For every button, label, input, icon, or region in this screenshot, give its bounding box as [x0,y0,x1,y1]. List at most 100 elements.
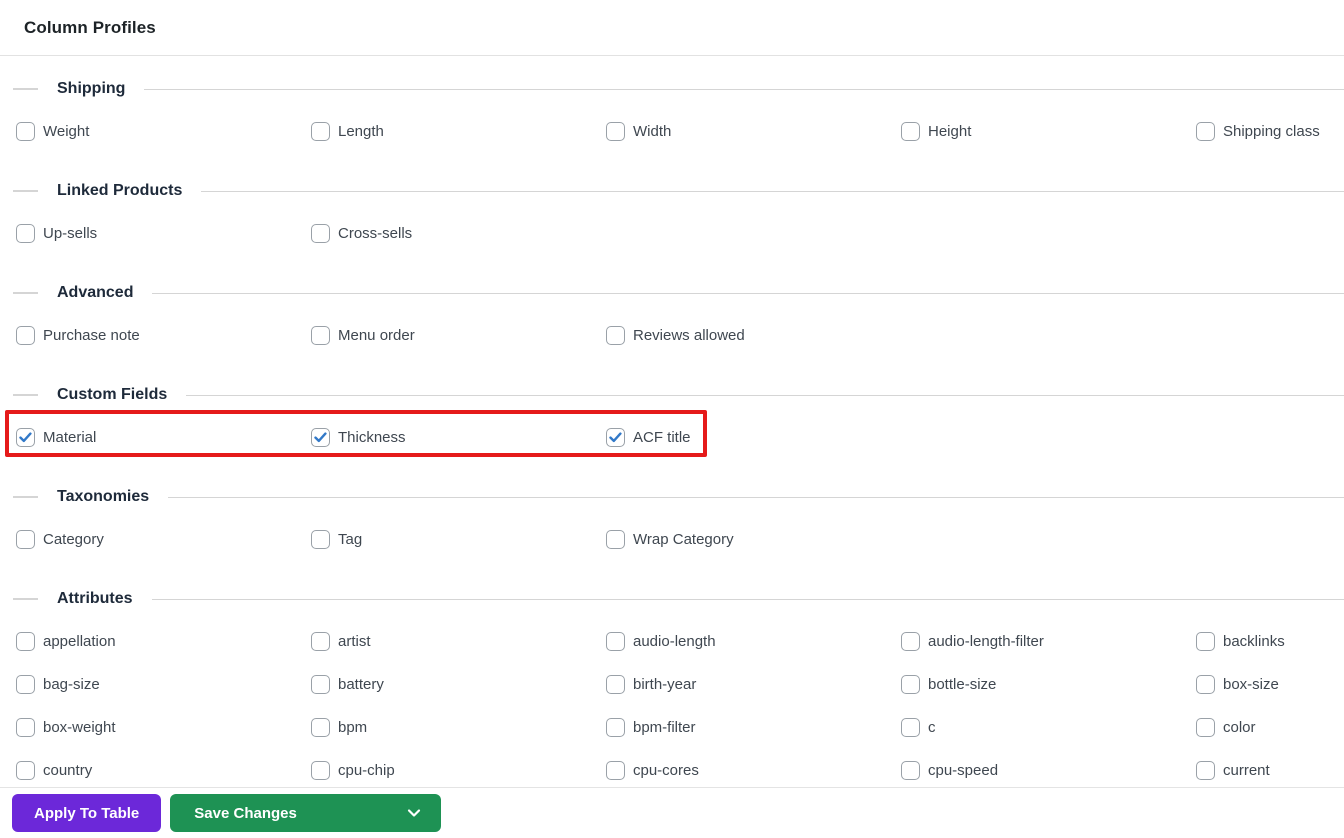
checkbox-item-color[interactable]: color [1196,713,1344,741]
checkbox-unchecked[interactable] [1196,631,1215,651]
checkbox-unchecked[interactable] [901,760,920,780]
checkbox-item-audio-length-filter[interactable]: audio-length-filter [901,627,1196,655]
checkbox-unchecked[interactable] [311,717,330,737]
checkbox-unchecked[interactable] [16,325,35,345]
heading-dash [13,190,38,192]
checkbox-label: Reviews allowed [633,326,745,344]
checkbox-unchecked[interactable] [16,674,35,694]
checkbox-unchecked[interactable] [16,717,35,737]
checkbox-item-cpu-speed[interactable]: cpu-speed [901,756,1196,784]
checkbox-item-box-weight[interactable]: box-weight [16,713,311,741]
checkbox-unchecked[interactable] [311,674,330,694]
checkbox-label: c [928,718,936,736]
checkbox-item-purchase-note[interactable]: Purchase note [16,321,311,349]
checkbox-unchecked[interactable] [1196,121,1215,141]
checkbox-unchecked[interactable] [606,674,625,694]
checkbox-label: Shipping class [1223,122,1320,140]
checkbox-item-wrap-category[interactable]: Wrap Category [606,525,901,553]
checkbox-item-height[interactable]: Height [901,117,1196,145]
checkbox-checked[interactable] [311,427,330,447]
checkbox-item-up-sells[interactable]: Up-sells [16,219,311,247]
checkbox-unchecked[interactable] [606,631,625,651]
checkbox-item-material[interactable]: Material [16,423,311,451]
checkbox-item-reviews-allowed[interactable]: Reviews allowed [606,321,901,349]
checkbox-label: battery [338,675,384,693]
checkbox-label: cpu-speed [928,761,999,779]
checkbox-unchecked[interactable] [311,325,330,345]
checkbox-item-length[interactable]: Length [311,117,606,145]
checkbox-unchecked[interactable] [901,717,920,737]
checkbox-unchecked[interactable] [311,529,330,549]
checkbox-label: Length [338,122,384,140]
checkbox-unchecked[interactable] [606,121,625,141]
checkbox-unchecked[interactable] [606,760,625,780]
section-heading: Advanced [0,282,1344,304]
checkbox-unchecked[interactable] [606,325,625,345]
checkbox-label: current [1223,761,1270,779]
checkbox-item-cpu-chip[interactable]: cpu-chip [311,756,606,784]
checkbox-unchecked[interactable] [606,529,625,549]
page-header: Column Profiles [0,0,1344,56]
checkbox-unchecked[interactable] [1196,717,1215,737]
checkbox-item-c[interactable]: c [901,713,1196,741]
section-attributes: Attributes appellation artist audio-length a… [0,588,1344,784]
checkbox-item-appellation[interactable]: appellation [16,627,311,655]
checkbox-item-artist[interactable]: artist [311,627,606,655]
checkbox-item-audio-length[interactable]: audio-length [606,627,901,655]
checkbox-unchecked[interactable] [1196,674,1215,694]
checkbox-label: country [43,761,93,779]
checkbox-item-current[interactable]: current [1196,756,1344,784]
checkbox-unchecked[interactable] [16,529,35,549]
checkbox-unchecked[interactable] [16,631,35,651]
heading-rule [152,292,1344,294]
checkbox-unchecked[interactable] [311,631,330,651]
checkbox-label: backlinks [1223,632,1285,650]
checkbox-item-backlinks[interactable]: backlinks [1196,627,1344,655]
checkbox-label: Thickness [338,428,406,446]
checkbox-unchecked[interactable] [901,121,920,141]
checkbox-item-category[interactable]: Category [16,525,311,553]
column-profile-sections: Shipping Weight Length Width Height Shipping … [0,56,1344,784]
checkbox-unchecked[interactable] [901,674,920,694]
checkbox-item-weight[interactable]: Weight [16,117,311,145]
checkbox-item-country[interactable]: country [16,756,311,784]
checkbox-item-tag[interactable]: Tag [311,525,606,553]
section-custom-fields: Custom Fields Material Thickness ACF title [0,384,1344,451]
checkbox-label: audio-length [633,632,716,650]
checkbox-unchecked[interactable] [311,760,330,780]
checkbox-label: cpu-chip [338,761,395,779]
checkbox-item-battery[interactable]: battery [311,670,606,698]
checkbox-unchecked[interactable] [1196,760,1215,780]
checkbox-unchecked[interactable] [16,223,35,243]
checkbox-unchecked[interactable] [16,760,35,780]
checkbox-item-shipping-class[interactable]: Shipping class [1196,117,1344,145]
checkbox-unchecked[interactable] [311,223,330,243]
save-changes-button[interactable]: Save Changes [170,794,442,832]
checkbox-item-menu-order[interactable]: Menu order [311,321,606,349]
apply-to-table-button[interactable]: Apply To Table [12,794,162,832]
checkbox-label: cpu-cores [633,761,699,779]
checkbox-item-width[interactable]: Width [606,117,901,145]
section-heading: Custom Fields [0,384,1344,406]
checkbox-label: Menu order [338,326,415,344]
section-title: Taxonomies [57,488,150,505]
heading-rule [168,496,1344,498]
checkbox-unchecked[interactable] [606,717,625,737]
section-linked-products: Linked Products Up-sells Cross-sells [0,180,1344,247]
checkbox-item-bag-size[interactable]: bag-size [16,670,311,698]
chevron-down-icon[interactable] [407,808,421,818]
checkbox-unchecked[interactable] [311,121,330,141]
checkbox-item-thickness[interactable]: Thickness [311,423,606,451]
checkbox-item-birth-year[interactable]: birth-year [606,670,901,698]
checkbox-checked[interactable] [16,427,35,447]
checkbox-item-acf-title[interactable]: ACF title [606,423,901,451]
checkbox-item-bottle-size[interactable]: bottle-size [901,670,1196,698]
checkbox-unchecked[interactable] [16,121,35,141]
checkbox-item-cpu-cores[interactable]: cpu-cores [606,756,901,784]
checkbox-checked[interactable] [606,427,625,447]
checkbox-item-cross-sells[interactable]: Cross-sells [311,219,606,247]
checkbox-item-box-size[interactable]: box-size [1196,670,1344,698]
checkbox-item-bpm[interactable]: bpm [311,713,606,741]
checkbox-item-bpm-filter[interactable]: bpm-filter [606,713,901,741]
checkbox-unchecked[interactable] [901,631,920,651]
